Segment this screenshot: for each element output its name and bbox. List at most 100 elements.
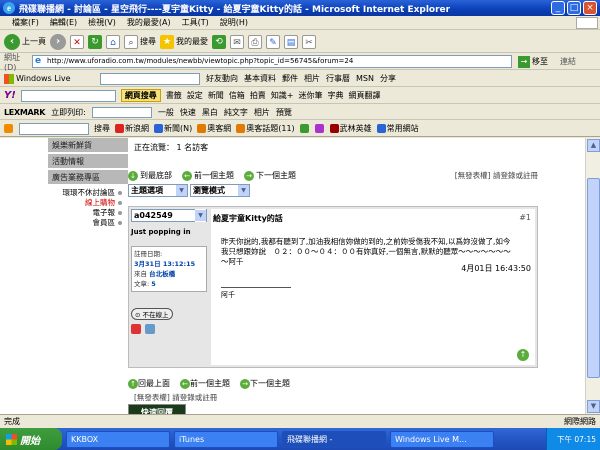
author-info: 註冊日期: 3月31日 13:12:15 來自 台北板橋 文章: 5 bbox=[131, 246, 207, 292]
scroll-down-icon[interactable]: ▼ bbox=[587, 400, 600, 413]
discuss-icon[interactable]: ▤ bbox=[284, 34, 298, 49]
yahoo-search-button[interactable]: 網頁搜尋 bbox=[120, 89, 161, 102]
menu-view[interactable]: 檢視(V) bbox=[88, 17, 116, 28]
task-windows-live[interactable]: Windows Live M... bbox=[390, 430, 494, 448]
print-select[interactable] bbox=[91, 106, 152, 118]
windows-live-brand[interactable]: Windows Live bbox=[4, 73, 94, 84]
live-search-input[interactable] bbox=[100, 72, 200, 85]
yahoo-search-input[interactable] bbox=[20, 89, 116, 102]
live-profile[interactable]: 基本資料 bbox=[244, 73, 276, 84]
links-label[interactable]: 連結 bbox=[560, 56, 576, 67]
task-itunes[interactable]: iTunes bbox=[174, 430, 278, 448]
sidebar: 娛樂新鮮貨 活動情報 廣告業務專區 環環不休討論區 線上購物 電子報 會員區 bbox=[48, 138, 128, 228]
topic-options-select[interactable]: 主題選項 ▼ bbox=[128, 184, 188, 197]
bookmark-search-button[interactable]: 搜尋 bbox=[94, 123, 110, 134]
forward-button[interactable]: › bbox=[50, 33, 66, 50]
prev-topic-link-bottom[interactable]: ← 前一個主題 bbox=[180, 378, 230, 389]
live-msn[interactable]: MSN bbox=[356, 74, 374, 83]
bookmark-ok[interactable]: 奧客網 bbox=[197, 123, 231, 134]
address-input[interactable]: http://www.uforadio.com.tw/modules/newbb… bbox=[32, 55, 512, 68]
start-button[interactable]: 開始 bbox=[0, 428, 62, 450]
stop-icon[interactable]: ✕ bbox=[70, 34, 84, 49]
next-topic-link[interactable]: → 下一個主題 bbox=[244, 170, 296, 181]
print-text[interactable]: 純文字 bbox=[224, 107, 248, 118]
view-mode-select[interactable]: 瀏覽模式 ▼ bbox=[190, 184, 250, 197]
purple-tag-icon[interactable] bbox=[314, 124, 324, 133]
yahoo-answers[interactable]: 知識+ bbox=[271, 90, 294, 101]
post-subject: 給夏宇童Kitty的話 bbox=[213, 214, 283, 223]
live-mail[interactable]: 郵件 bbox=[282, 73, 298, 84]
close-button[interactable]: × bbox=[583, 1, 597, 15]
live-friends[interactable]: 好友動向 bbox=[206, 73, 238, 84]
bookmark-search-input[interactable] bbox=[19, 122, 89, 135]
mail-icon[interactable]: ✉ bbox=[230, 34, 244, 49]
print-fast[interactable]: 快速 bbox=[180, 107, 196, 118]
yahoo-auction[interactable]: 拍賣 bbox=[250, 90, 266, 101]
minimize-button[interactable]: _ bbox=[551, 1, 565, 15]
prev-topic-link[interactable]: ← 前一個主題 bbox=[182, 170, 234, 181]
print-icon[interactable]: ⎙ bbox=[248, 34, 262, 49]
profile-icon[interactable] bbox=[131, 324, 141, 334]
bookmark-news[interactable]: 新聞(N) bbox=[154, 123, 192, 134]
live-share[interactable]: 分享 bbox=[380, 73, 396, 84]
goto-top-link[interactable]: ↑ 回最上面 bbox=[128, 378, 170, 389]
search-button[interactable]: ⌕ 搜尋 bbox=[124, 34, 156, 49]
bookmark-ok-topics[interactable]: 奧客話題(11) bbox=[236, 123, 295, 134]
pm-icon[interactable] bbox=[145, 324, 155, 334]
maximize-button[interactable]: □ bbox=[567, 1, 581, 15]
print-photo[interactable]: 相片 bbox=[254, 107, 270, 118]
left-arrow-icon: ← bbox=[182, 170, 192, 181]
research-icon[interactable]: ✂ bbox=[302, 34, 316, 49]
yahoo-settings[interactable]: 設定 bbox=[187, 90, 203, 101]
refresh-icon[interactable]: ↻ bbox=[88, 34, 102, 49]
task-browser[interactable]: 飛碟聯播網 - bbox=[282, 430, 386, 448]
print-normal[interactable]: 一般 bbox=[158, 107, 174, 118]
bookmark-common[interactable]: 常用網站 bbox=[376, 123, 419, 134]
sidebar-link-members[interactable]: 會員區 bbox=[48, 218, 122, 228]
bookmark-wulin[interactable]: 武林英雄 bbox=[329, 123, 372, 134]
menu-edit[interactable]: 編輯(E) bbox=[50, 17, 77, 28]
home-icon[interactable]: ⌂ bbox=[106, 34, 120, 49]
sidebar-link-forum[interactable]: 環環不休討論區 bbox=[48, 188, 122, 198]
sidebar-link-shop[interactable]: 線上購物 bbox=[48, 198, 122, 208]
yahoo-news[interactable]: 新聞 bbox=[208, 90, 224, 101]
edit-icon[interactable]: ✎ bbox=[266, 34, 280, 49]
green-tag-icon[interactable] bbox=[299, 124, 309, 133]
sidebar-item-ads[interactable]: 廣告業務專區 bbox=[48, 170, 128, 186]
live-photos[interactable]: 相片 bbox=[304, 73, 320, 84]
sidebar-item-events[interactable]: 活動情報 bbox=[48, 154, 128, 170]
post-permission-notice-bottom[interactable]: [無發表權] 請登錄或註冊 bbox=[134, 392, 217, 403]
menu-file[interactable]: 檔案(F) bbox=[12, 17, 39, 28]
live-calendar[interactable]: 行事曆 bbox=[326, 73, 350, 84]
post-number[interactable]: #1 bbox=[519, 213, 531, 222]
clock[interactable]: 下午 07:15 bbox=[557, 434, 596, 445]
print-bw[interactable]: 黑白 bbox=[202, 107, 218, 118]
yahoo-bookmarks[interactable]: 書籤 bbox=[166, 90, 182, 101]
yahoo-mini-note[interactable]: 迷你筆 bbox=[299, 90, 323, 101]
next-topic-link-bottom[interactable]: → 下一個主題 bbox=[240, 378, 290, 389]
quick-reply-button[interactable]: 快速回覆 bbox=[128, 404, 186, 414]
scroll-thumb[interactable] bbox=[587, 178, 600, 378]
sidebar-item-entertainment[interactable]: 娛樂新鮮貨 bbox=[48, 138, 128, 154]
sidebar-link-newsletter[interactable]: 電子報 bbox=[48, 208, 122, 218]
menu-help[interactable]: 說明(H) bbox=[220, 17, 248, 28]
print-preview[interactable]: 預覽 bbox=[276, 107, 292, 118]
scroll-up-icon[interactable]: ▲ bbox=[587, 139, 600, 152]
vertical-scrollbar[interactable]: ▲ ▼ bbox=[585, 138, 600, 414]
yahoo-mail[interactable]: 信箱 bbox=[229, 90, 245, 101]
up-arrow-icon[interactable]: ↑ bbox=[517, 349, 529, 361]
menu-favorites[interactable]: 我的最愛(A) bbox=[127, 17, 171, 28]
go-button[interactable]: → 移至 bbox=[518, 55, 548, 68]
post-permission-notice[interactable]: [無發表權] 請登錄或註冊 bbox=[455, 170, 538, 181]
menu-tools[interactable]: 工具(T) bbox=[182, 17, 209, 28]
goto-bottom-link[interactable]: ↓ 到最底部 bbox=[128, 170, 172, 181]
bookmark-sina[interactable]: 新浪網 bbox=[115, 123, 149, 134]
back-button[interactable]: ‹ 上一頁 bbox=[4, 33, 46, 50]
task-kkbox[interactable]: KKBOX bbox=[66, 430, 170, 448]
favorites-button[interactable]: ★ 我的最愛 bbox=[160, 34, 208, 49]
bullet-icon bbox=[118, 191, 122, 195]
yahoo-translate[interactable]: 網頁翻譯 bbox=[349, 90, 381, 101]
yahoo-dictionary[interactable]: 字典 bbox=[328, 90, 344, 101]
author-select[interactable]: a042549 ▼ bbox=[131, 209, 207, 222]
history-icon[interactable]: ⟲ bbox=[212, 34, 226, 49]
